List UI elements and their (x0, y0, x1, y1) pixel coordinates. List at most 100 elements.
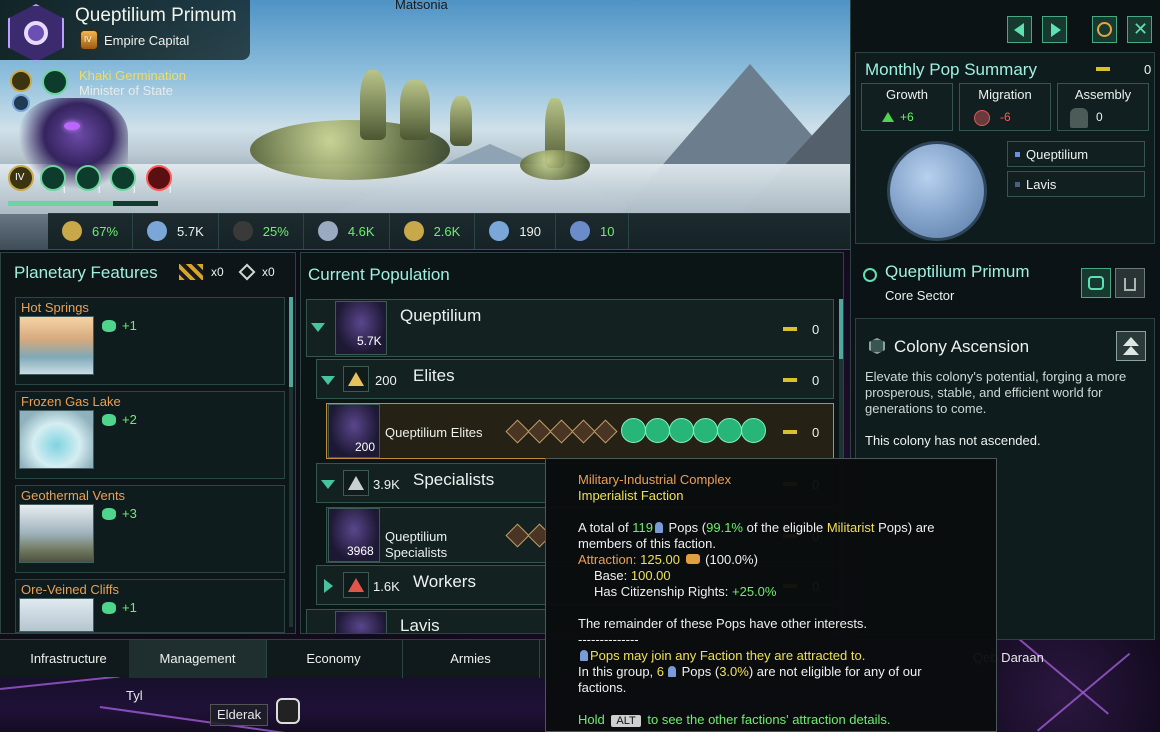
empire-emblem-icon[interactable] (8, 4, 64, 62)
sector-overview-button[interactable] (1081, 268, 1111, 298)
abandon-colony-button[interactable] (1115, 268, 1145, 298)
growth-box[interactable]: Growth +6 (861, 83, 953, 131)
ascend-arrow-icon (1123, 346, 1139, 355)
stat-amenities[interactable]: 2.6K (390, 213, 476, 249)
tab-infrastructure[interactable]: Infrastructure (0, 640, 138, 678)
ethic-icon[interactable] (593, 419, 618, 444)
ethic-icon[interactable] (527, 419, 552, 444)
system-tag-elderak[interactable]: Elderak (210, 704, 269, 726)
stat-value: 5.7K (177, 223, 204, 239)
species-pie-chart[interactable] (887, 141, 987, 241)
emblem-core (24, 21, 48, 45)
system-label-tyl[interactable]: Tyl (126, 688, 143, 703)
stat-free-housing[interactable]: 10 (556, 213, 630, 249)
assembly-icon (1070, 108, 1088, 128)
elites-count: 200 (375, 373, 397, 388)
species-trait-icon[interactable] (645, 418, 670, 443)
tooltip-hold: Hold (578, 712, 605, 727)
growth-value: +6 (900, 110, 914, 124)
tab-armies[interactable]: Armies (402, 640, 540, 678)
district-count: x0 (262, 265, 275, 279)
stat-population[interactable]: 5.7K (133, 213, 219, 249)
strata-row-elites[interactable]: 200 Elites 0 (316, 359, 834, 399)
leader-level-icon[interactable]: IV (8, 165, 34, 191)
ethic-icon[interactable] (505, 523, 530, 548)
features-scroll-thumb[interactable] (289, 297, 293, 387)
migration-value: -6 (1000, 110, 1011, 124)
trait-level: I (98, 185, 101, 195)
stability-icon (62, 221, 82, 241)
feature-card[interactable]: Hot Springs +1 (15, 297, 285, 385)
starbase-icon[interactable] (276, 698, 300, 724)
expand-toggle[interactable] (317, 575, 339, 597)
galaxy-map-corner[interactable]: Qeb Daraan (973, 636, 1160, 732)
ethic-icon[interactable] (571, 419, 596, 444)
species-trait-icon[interactable] (717, 418, 742, 443)
ascend-button[interactable] (1116, 331, 1146, 361)
feature-card[interactable]: Frozen Gas Lake +2 (15, 391, 285, 479)
stat-value: 190 (519, 223, 542, 239)
species-row[interactable]: 5.7K Queptilium 0 (306, 299, 834, 357)
population-scroll-thumb[interactable] (839, 299, 843, 359)
leader-level: IV (15, 172, 25, 183)
previous-planet-button[interactable] (1007, 16, 1032, 43)
species-trait-icon[interactable] (621, 418, 646, 443)
migration-box[interactable]: Migration -6 (959, 83, 1051, 131)
trait-level: I (133, 185, 136, 195)
feature-image (19, 504, 94, 563)
collapse-toggle[interactable] (307, 316, 329, 338)
stat-free-jobs[interactable]: 190 (475, 213, 557, 249)
next-planet-button[interactable] (1042, 16, 1067, 43)
focus-camera-button[interactable] (1092, 16, 1117, 43)
specialists-icon (343, 470, 369, 496)
species-trait-icon[interactable] (693, 418, 718, 443)
legend-label: Queptilium (1026, 147, 1089, 162)
species-trait-icon[interactable] (741, 418, 766, 443)
planet-stats-bar: 67% 5.7K 25% 4.6K 2.6K 190 10 (48, 213, 850, 249)
planet-header: Queptilium Primum IV Empire Capital (0, 0, 250, 62)
feature-value: +1 (122, 600, 137, 615)
tooltip-remainder: The remainder of these Pops have other i… (578, 616, 868, 631)
tab-management[interactable]: Management (129, 640, 267, 678)
planet-name[interactable]: Queptilium Primum (75, 5, 237, 27)
stat-housing[interactable]: 4.6K (304, 213, 390, 249)
change-dash-icon (783, 430, 797, 434)
sector-planet-icon (863, 268, 877, 282)
district-icon[interactable] (238, 263, 256, 281)
legend-item[interactable]: Lavis (1007, 171, 1145, 197)
sector-name[interactable]: Core Sector (885, 288, 954, 303)
species-trait-icon[interactable] (669, 418, 694, 443)
sector-planet-name[interactable]: Queptilium Primum (885, 262, 1030, 282)
colony-tower (360, 70, 386, 140)
pop-group-row[interactable]: 200 Queptilium Elites 0 (326, 403, 834, 459)
tooltip-text: Pops ( (678, 664, 720, 679)
feature-value: +3 (122, 506, 137, 521)
legend-item[interactable]: Queptilium (1007, 141, 1145, 167)
elites-triangle (348, 372, 364, 386)
leader-council-icon[interactable] (42, 69, 68, 95)
tab-economy[interactable]: Economy (265, 640, 403, 678)
collapse-toggle[interactable] (317, 473, 339, 495)
leader-name[interactable]: Khaki Germination (79, 68, 186, 83)
stat-stability[interactable]: 67% (48, 213, 134, 249)
assembly-box[interactable]: Assembly 0 (1057, 83, 1149, 131)
stat-crime[interactable]: 25% (219, 213, 304, 249)
attraction-icon (685, 554, 700, 564)
tooltip-text: In this group, (578, 664, 657, 679)
blocker-icon[interactable] (179, 264, 203, 280)
chevron-down-icon (321, 480, 335, 489)
tooltip-membership-line2: members of this faction. (578, 536, 716, 551)
tooltip-membership-line: A total of 119 Pops (99.1% of the eligib… (578, 520, 935, 535)
stat-value: 67% (92, 223, 119, 239)
leader-eye (64, 122, 80, 130)
ethic-icon[interactable] (505, 419, 530, 444)
collapse-toggle[interactable] (317, 369, 339, 391)
close-button[interactable]: ✕ (1127, 16, 1152, 43)
tooltip-text: Pops) are (874, 520, 935, 535)
ethic-icon[interactable] (549, 419, 574, 444)
specialists-triangle (348, 476, 364, 490)
tooltip-attraction-label: Attraction: (578, 552, 637, 567)
feature-card[interactable]: Geothermal Vents +3 (15, 485, 285, 573)
feature-card[interactable]: Ore-Veined Cliffs +1 (15, 579, 285, 633)
ascension-description: Elevate this colony's potential, forging… (865, 369, 1127, 416)
